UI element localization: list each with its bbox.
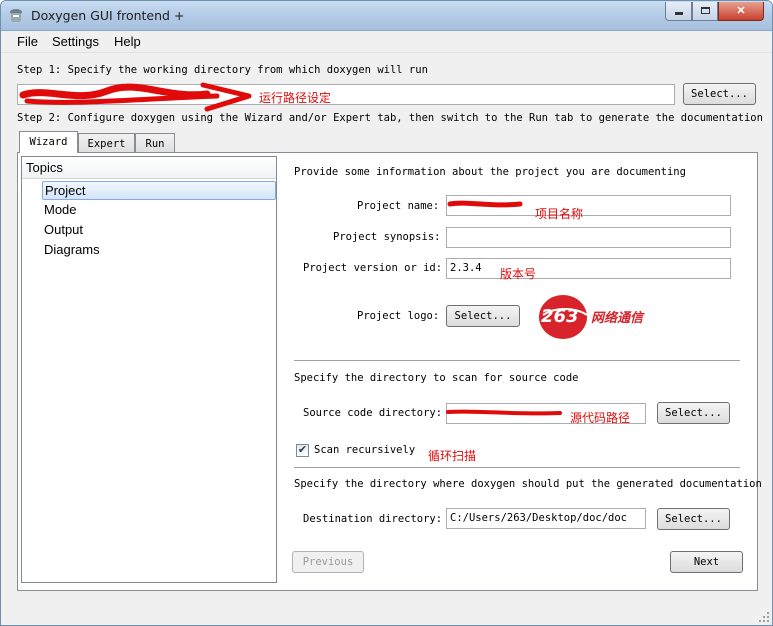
topics-tree[interactable]: Topics Project Mode Output Diagrams [21,156,277,583]
previous-button[interactable]: Previous [292,551,364,573]
checkmark-icon: ✔ [297,444,308,456]
project-logo-label: Project logo: [357,310,440,322]
scan-recursively-label: Scan recursively [314,444,416,456]
source-dir-label: Source code directory: [303,407,443,419]
topic-mode[interactable]: Mode [42,201,276,220]
maximize-icon [700,7,710,14]
tab-expert[interactable]: Expert [78,133,135,152]
scan-recursively-checkbox[interactable]: ✔ [296,444,309,457]
project-synopsis-label: Project synopsis: [333,231,441,243]
scan-recursively-annotation: 循环扫描 [428,449,477,463]
menu-bar: File Settings Help [1,31,772,53]
maximize-button[interactable] [692,2,718,21]
source-dir-annotation: 源代码路径 [570,411,631,425]
divider-source-destination [294,467,740,469]
project-name-redaction [447,200,523,208]
menu-settings[interactable]: Settings [52,34,99,49]
window-title: Doxygen GUI frontend + [31,8,185,23]
step2-label: Step 2: Configure doxygen using the Wiza… [17,112,763,124]
destination-dir-input[interactable]: C:/Users/263/Desktop/doc/doc [446,508,646,529]
next-button[interactable]: Next [670,551,743,573]
brand-logo-text: 网络通信 [591,311,644,326]
minimize-icon [674,12,683,15]
project-name-annotation: 项目名称 [535,207,584,221]
project-synopsis-input[interactable] [446,227,731,248]
destination-dir-label: Destination directory: [303,513,443,525]
redaction-arrow-annotation [19,82,252,112]
close-button[interactable]: ✕ [718,2,764,21]
source-dir-redaction [446,409,562,416]
destination-dir-select-button[interactable]: Select... [657,508,730,530]
title-bar[interactable]: Doxygen GUI frontend + ✕ [1,1,772,31]
main-window: Doxygen GUI frontend + ✕ File Settings H… [0,0,773,626]
close-icon: ✕ [736,5,746,17]
topic-output[interactable]: Output [42,221,276,240]
divider-project-source [294,360,740,362]
project-version-input[interactable]: 2.3.4 [446,258,731,279]
working-dir-annotation: 运行路径设定 [259,91,332,105]
project-name-label: Project name: [357,200,440,212]
brand-logo-watermark: 263 网络通信 [535,293,665,341]
project-logo-select-button[interactable]: Select... [446,305,520,327]
project-intro: Provide some information about the proje… [294,166,686,178]
tab-wizard[interactable]: Wizard [19,131,78,153]
source-dir-select-button[interactable]: Select... [657,402,730,424]
step1-label: Step 1: Specify the working directory fr… [17,64,428,76]
source-heading: Specify the directory to scan for source… [294,372,579,384]
menu-help[interactable]: Help [114,34,141,49]
project-version-label: Project version or id: [303,262,443,274]
tab-run[interactable]: Run [135,133,175,152]
resize-grip-icon[interactable] [758,611,770,623]
topics-header: Topics [22,157,276,179]
minimize-button[interactable] [665,2,692,21]
working-dir-select-button[interactable]: Select... [683,83,756,105]
menu-file[interactable]: File [17,34,38,49]
brand-logo-number: 263 [541,306,579,327]
topic-diagrams[interactable]: Diagrams [42,241,276,260]
destination-heading: Specify the directory where doxygen shou… [294,478,762,490]
project-version-annotation: 版本号 [500,267,537,281]
topic-project[interactable]: Project [42,181,276,200]
doxygen-app-icon [10,9,22,22]
